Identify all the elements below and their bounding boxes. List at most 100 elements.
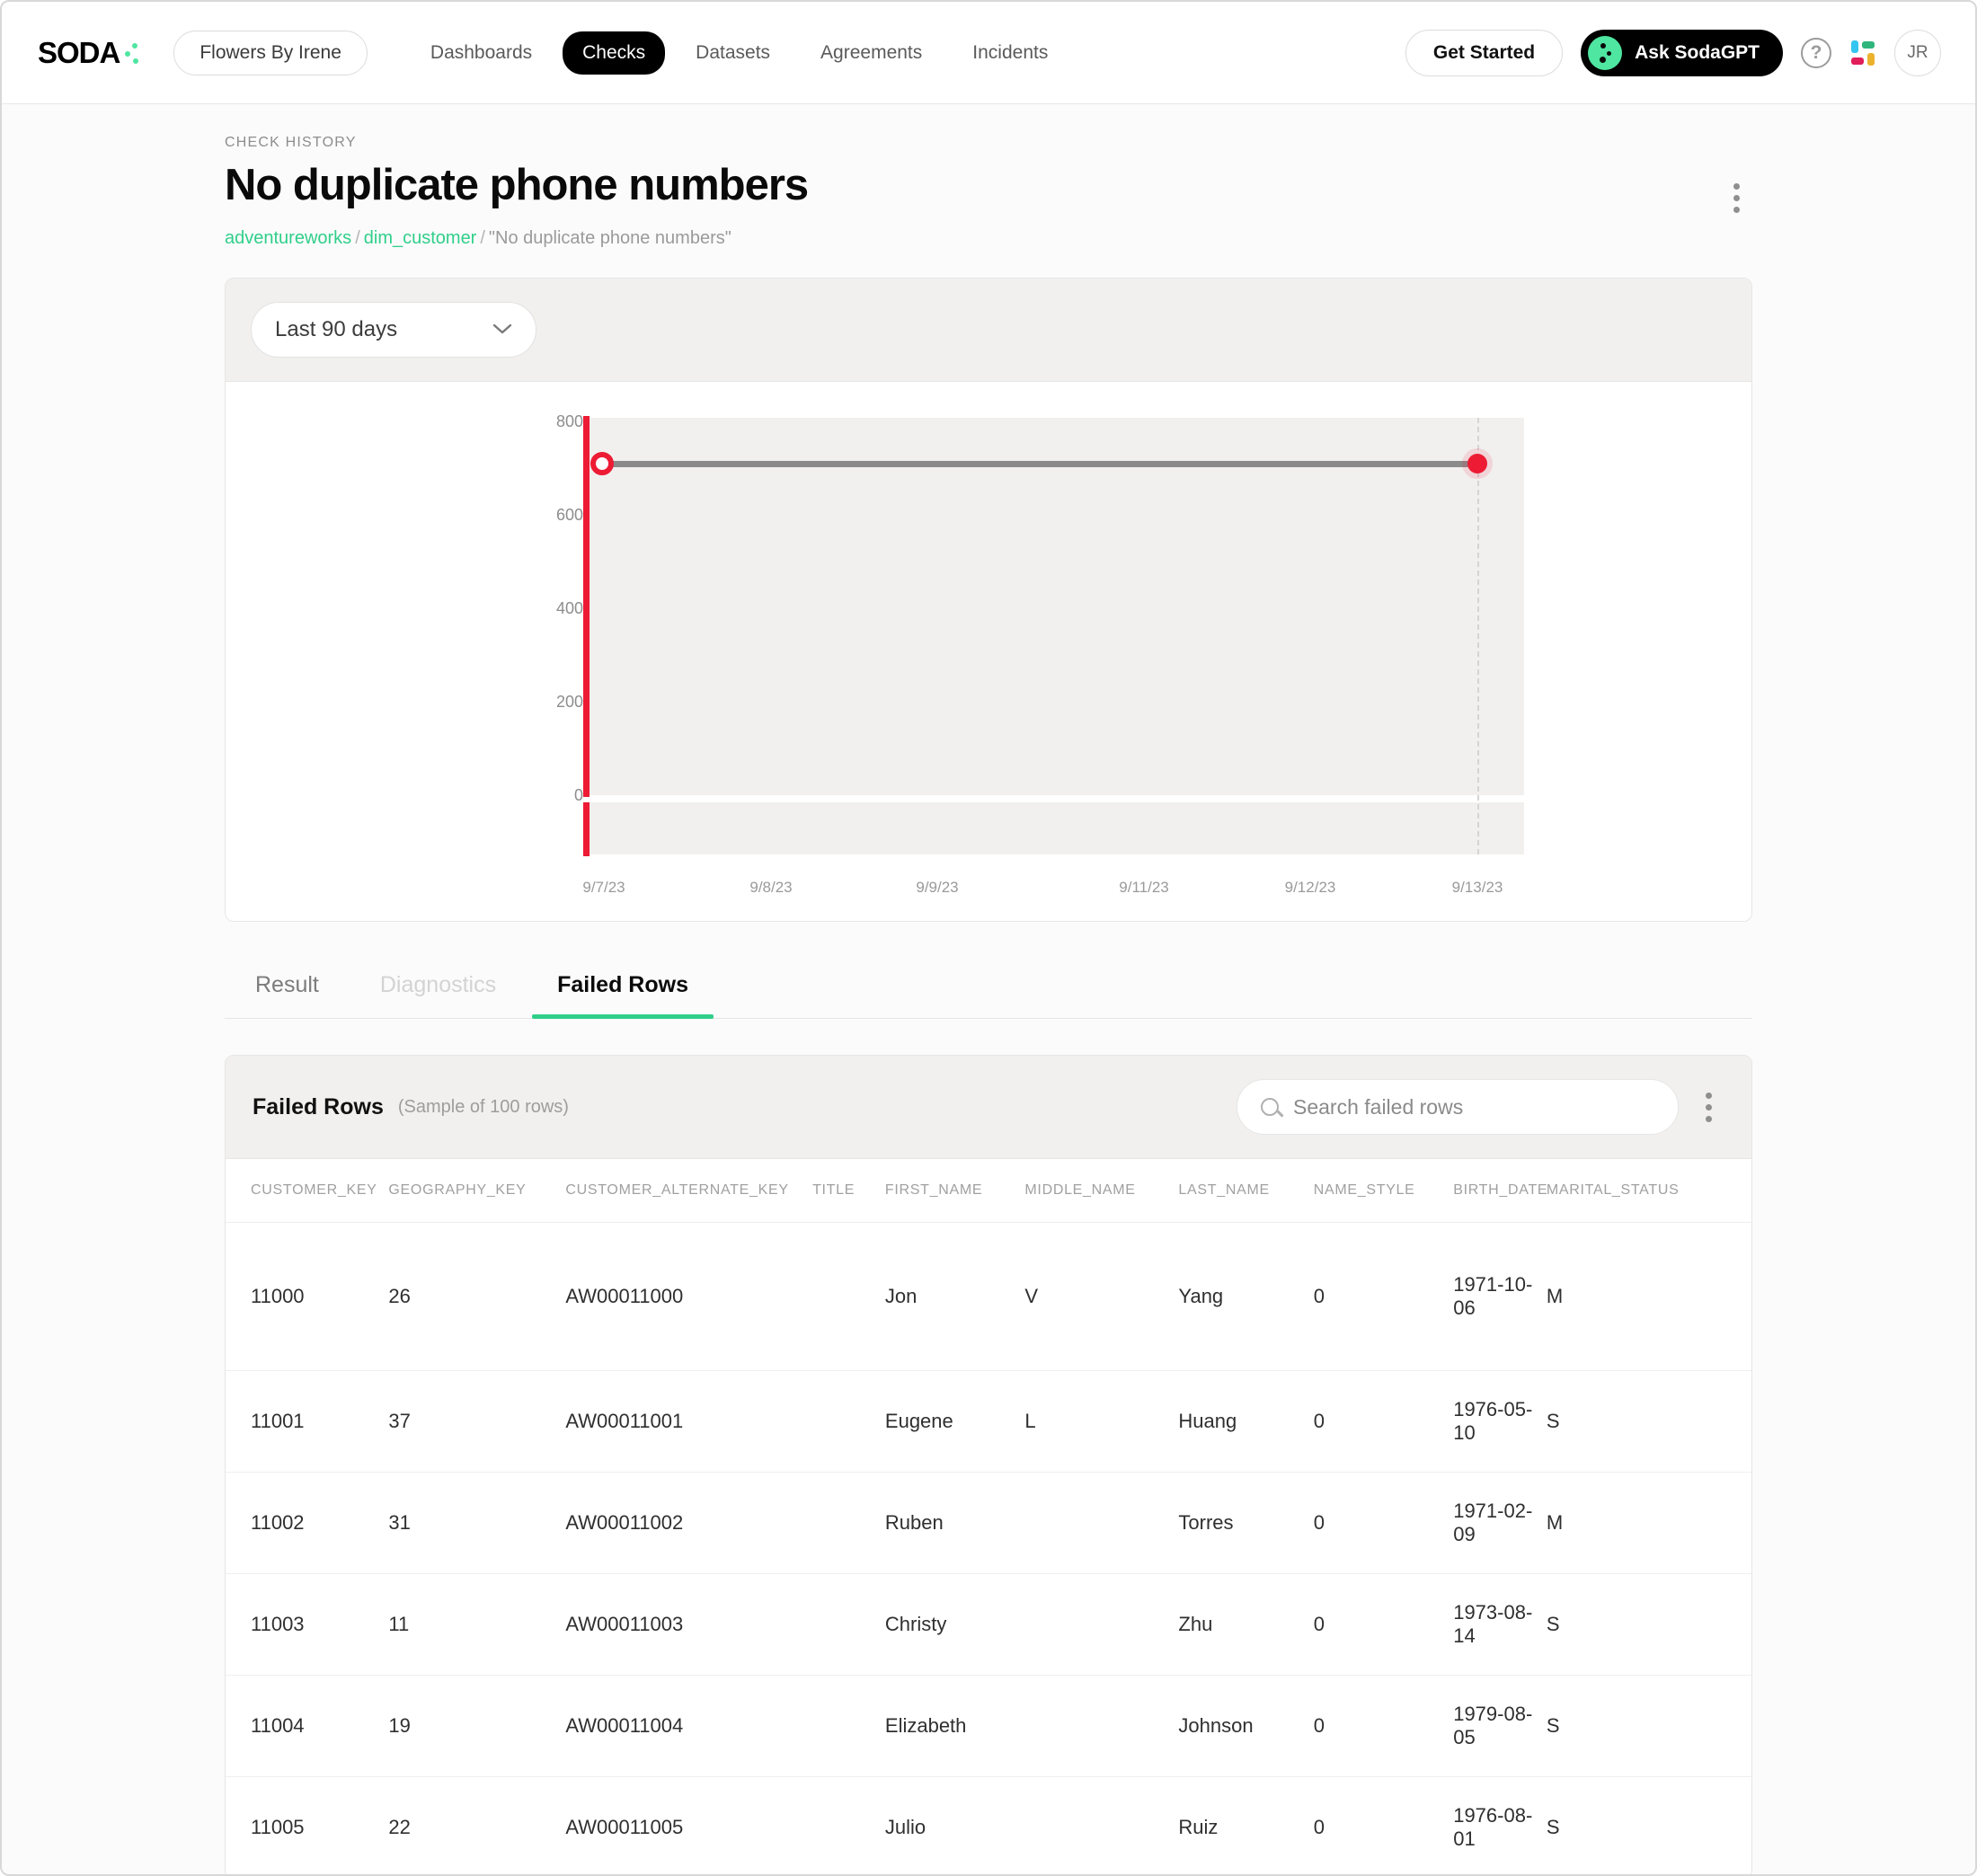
cell-first-name: Eugene [884, 1370, 1025, 1473]
cell-middle-name: L [1024, 1370, 1179, 1473]
y-axis-tick-200: 200 [555, 693, 583, 711]
column-header-name-style[interactable]: NAME_STYLE [1313, 1159, 1454, 1223]
table-row[interactable]: 11005 22 AW00011005 Julio Ruiz 0 1976-08… [226, 1776, 1751, 1874]
cell-middle-name [1024, 1573, 1179, 1676]
app-window: SODA Flowers By Irene Dashboards Checks … [0, 0, 1977, 1876]
cell-title [812, 1776, 885, 1874]
column-header-birth-date[interactable]: BIRTH_DATE [1453, 1159, 1547, 1223]
cell-middle-name: V [1024, 1222, 1179, 1371]
data-point-last[interactable] [1467, 454, 1487, 473]
table-row[interactable]: 11002 31 AW00011002 Ruben Torres 0 1971-… [226, 1472, 1751, 1574]
nav-item-checks[interactable]: Checks [563, 31, 666, 75]
nav-item-dashboards[interactable]: Dashboards [411, 31, 552, 75]
breadcrumb-table-link[interactable]: dim_customer [364, 228, 477, 248]
cell-geography-key: 22 [388, 1776, 566, 1874]
time-range-value: Last 90 days [275, 317, 398, 341]
nav-item-datasets[interactable]: Datasets [676, 31, 790, 75]
org-switcher-button[interactable]: Flowers By Irene [173, 30, 368, 75]
user-avatar[interactable]: JR [1894, 29, 1941, 76]
nav-label: Checks [582, 41, 646, 63]
failed-rows-table: CUSTOMER_KEY GEOGRAPHY_KEY CUSTOMER_ALTE… [226, 1159, 1751, 1874]
gridline-last-point [1477, 418, 1479, 854]
failed-rows-card: Failed Rows (Sample of 100 rows) Search … [225, 1055, 1752, 1874]
nav-label: Incidents [972, 41, 1049, 63]
cell-marital-status: S [1546, 1776, 1751, 1874]
chevron-down-icon [492, 320, 512, 341]
top-navigation-bar: SODA Flowers By Irene Dashboards Checks … [2, 2, 1975, 104]
cell-geography-key: 19 [388, 1675, 566, 1777]
column-header-marital-status[interactable]: MARITAL_STATUS [1546, 1159, 1751, 1223]
search-input[interactable]: Search failed rows [1293, 1095, 1463, 1119]
cell-geography-key: 11 [388, 1573, 566, 1676]
cell-last-name: Ruiz [1178, 1776, 1314, 1874]
failed-rows-header: Failed Rows (Sample of 100 rows) Search … [226, 1056, 1751, 1159]
column-header-first-name[interactable]: FIRST_NAME [884, 1159, 1025, 1223]
chart-plot-area: 800 600 400 200 0 9/7/23 9/8/23 9/9/23 9… [226, 382, 1751, 921]
search-failed-rows-box[interactable]: Search failed rows [1237, 1079, 1679, 1135]
series-line-failed-rows [603, 461, 1479, 467]
avatar-initials: JR [1907, 42, 1928, 62]
cell-last-name: Johnson [1178, 1675, 1314, 1777]
cell-birth-date: 1971-02-09 [1453, 1472, 1547, 1574]
cell-customer-key: 11005 [226, 1776, 389, 1874]
tab-label: Diagnostics [379, 972, 497, 997]
cell-geography-key: 37 [388, 1370, 566, 1473]
breadcrumb-separator: / [480, 228, 485, 248]
table-row[interactable]: 11004 19 AW00011004 Elizabeth Johnson 0 … [226, 1675, 1751, 1777]
column-header-customer-alternate-key[interactable]: CUSTOMER_ALTERNATE_KEY [565, 1159, 813, 1223]
y-axis-tick-0: 0 [573, 786, 583, 804]
cell-name-style: 0 [1313, 1370, 1454, 1473]
tab-diagnostics[interactable]: Diagnostics [350, 963, 527, 1018]
cell-marital-status: M [1546, 1222, 1751, 1371]
help-icon[interactable]: ? [1801, 37, 1831, 68]
breadcrumb-dataset-link[interactable]: adventureworks [225, 228, 351, 248]
cell-birth-date: 1979-08-05 [1453, 1675, 1547, 1777]
cell-customer-key: 11004 [226, 1675, 389, 1777]
slack-icon[interactable] [1849, 40, 1876, 66]
x-axis-tick-4: 9/12/23 [1284, 879, 1336, 896]
table-row[interactable]: 11003 11 AW00011003 Christy Zhu 0 1973-0… [226, 1573, 1751, 1676]
breadcrumb: adventureworks / dim_customer / "No duplicat… [225, 228, 1752, 249]
nav-item-agreements[interactable]: Agreements [801, 31, 942, 75]
tab-failed-rows[interactable]: Failed Rows [527, 963, 719, 1019]
column-header-middle-name[interactable]: MIDDLE_NAME [1024, 1159, 1179, 1223]
cell-customer-key: 11003 [226, 1573, 389, 1676]
plot-band-lower [590, 802, 1524, 854]
get-started-button[interactable]: Get Started [1405, 29, 1564, 76]
column-header-geography-key[interactable]: GEOGRAPHY_KEY [388, 1159, 566, 1223]
ask-sodagpt-button[interactable]: Ask SodaGPT [1581, 29, 1783, 76]
failed-rows-more-options-icon[interactable] [1693, 1089, 1724, 1126]
breadcrumb-separator: / [355, 228, 360, 248]
tab-result[interactable]: Result [225, 963, 350, 1018]
soda-logo[interactable]: SODA [38, 36, 141, 70]
main-content: CHECK HISTORY No duplicate phone numbers… [2, 104, 1975, 1874]
column-header-title[interactable]: TITLE [812, 1159, 885, 1223]
cell-last-name: Zhu [1178, 1573, 1314, 1676]
get-started-label: Get Started [1432, 41, 1536, 63]
search-icon [1261, 1098, 1279, 1116]
soda-logo-text: SODA [38, 35, 120, 69]
column-header-last-name[interactable]: LAST_NAME [1178, 1159, 1314, 1223]
table-row[interactable]: 11000 26 AW00011000 Jon V Yang 0 1971-10… [226, 1222, 1751, 1371]
cell-birth-date: 1973-08-14 [1453, 1573, 1547, 1676]
cell-first-name: Ruben [884, 1472, 1025, 1574]
table-header-row: CUSTOMER_KEY GEOGRAPHY_KEY CUSTOMER_ALTE… [226, 1159, 1751, 1223]
data-point-first[interactable] [590, 452, 614, 475]
cell-name-style: 0 [1313, 1472, 1454, 1574]
cell-marital-status: S [1546, 1675, 1751, 1777]
table-row[interactable]: 11001 37 AW00011001 Eugene L Huang 0 197… [226, 1370, 1751, 1473]
y-axis-line-lower [583, 802, 590, 856]
failed-rows-subtitle: (Sample of 100 rows) [397, 1096, 569, 1117]
page-more-options-icon[interactable] [1721, 180, 1752, 217]
cell-title [812, 1370, 885, 1473]
chart-toolbar: Last 90 days [226, 279, 1751, 382]
cell-birth-date: 1971-10-06 [1453, 1222, 1547, 1371]
column-header-customer-key[interactable]: CUSTOMER_KEY [226, 1159, 389, 1223]
nav-item-incidents[interactable]: Incidents [953, 31, 1068, 75]
cell-birth-date: 1976-05-10 [1453, 1370, 1547, 1473]
cell-first-name: Julio [884, 1776, 1025, 1874]
nav-label: Dashboards [430, 41, 533, 63]
time-range-select[interactable]: Last 90 days [251, 302, 536, 358]
x-axis-tick-2: 9/9/23 [916, 879, 959, 896]
cell-first-name: Jon [884, 1222, 1025, 1371]
